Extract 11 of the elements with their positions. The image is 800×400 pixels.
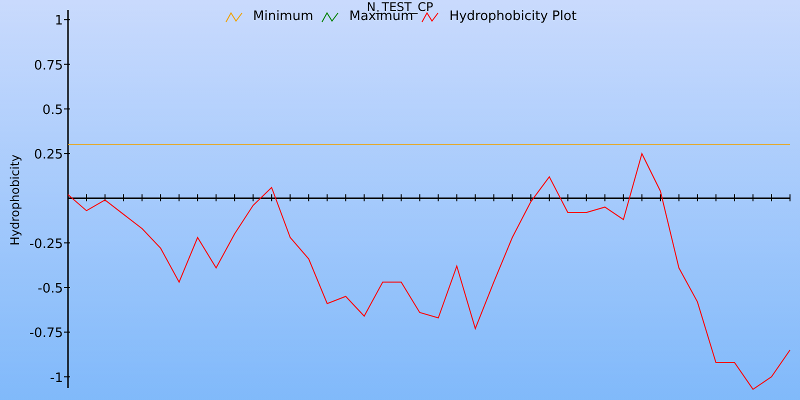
y-tick-label: 1 (54, 14, 63, 29)
y-tick-label: 0.75 (34, 58, 63, 74)
legend-label: Hydrophobicity Plot (449, 9, 577, 24)
legend-label: Minimum (253, 9, 314, 24)
y-tick-label: 0.5 (42, 102, 63, 118)
y-tick-label: 0.25 (34, 148, 63, 163)
y-tick-label: -1 (50, 370, 63, 386)
y-axis-title: Hydrophobicity (8, 154, 22, 246)
y-tick-label: -0.25 (29, 236, 63, 252)
y-tick-label: -0.75 (29, 326, 63, 342)
y-tick-label: -0.5 (38, 282, 63, 296)
